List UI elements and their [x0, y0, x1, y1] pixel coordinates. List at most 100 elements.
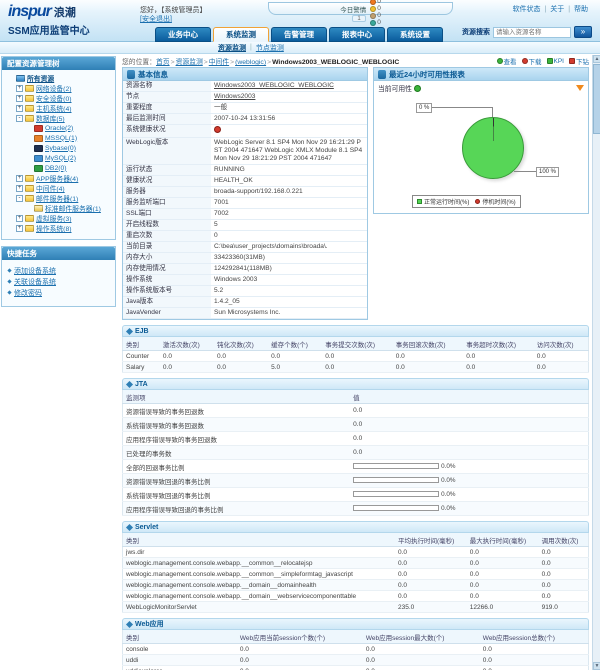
- table-row: 系统错误导致的事务回退数0.0: [123, 418, 589, 432]
- breadcrumb-row: 您的位置：首页>资源监测>中间件>(weblogic)>Windows2003_…: [122, 55, 589, 67]
- tree-node-label[interactable]: 标准邮件服务器(1): [45, 203, 101, 213]
- expand-toggle-icon[interactable]: +: [16, 215, 23, 222]
- expand-toggle-icon[interactable]: +: [16, 185, 23, 192]
- toolbar-button[interactable]: 下钻: [569, 56, 589, 66]
- info-value: [211, 125, 367, 138]
- tree-node[interactable]: + 中间件(4): [5, 183, 113, 193]
- table-cell: Salary: [123, 362, 160, 373]
- tree-node[interactable]: - 数据库(5): [5, 113, 113, 123]
- table-cell: 0.0: [467, 580, 539, 591]
- tree-node[interactable]: + 虚拟服务(3): [5, 213, 113, 223]
- tree-node-label[interactable]: 虚拟服务(3): [36, 213, 72, 223]
- tree-node-label[interactable]: MySQL(2): [45, 155, 76, 162]
- tree-node-label[interactable]: 所有资源: [27, 73, 54, 83]
- tree-node-label[interactable]: Sybase(0): [45, 145, 76, 152]
- tree-node-label[interactable]: Oracle(2): [45, 125, 73, 132]
- tree-node-label[interactable]: 主机系统(4): [36, 103, 72, 113]
- top-link[interactable]: 软件状态: [513, 6, 541, 13]
- table-cell: uddiexplorer: [123, 666, 237, 670]
- scrollbar-thumb[interactable]: [593, 64, 600, 134]
- info-value[interactable]: Windows2003_WEBLOGIC_WEBLOGIC: [211, 81, 367, 92]
- expand-toggle-icon[interactable]: +: [16, 225, 23, 232]
- breadcrumb-link[interactable]: 首页: [156, 59, 170, 66]
- quick-link[interactable]: 关联设备系统: [14, 277, 56, 287]
- tree-node-label[interactable]: 邮件服务器(1): [36, 193, 78, 203]
- tree-node-label[interactable]: APP服务器(4): [36, 173, 78, 183]
- nav-tab[interactable]: 系统设置: [387, 27, 443, 42]
- expand-toggle-icon[interactable]: +: [16, 175, 23, 182]
- search-input[interactable]: [493, 27, 571, 38]
- vertical-scrollbar[interactable]: ▲ ▼: [592, 55, 600, 670]
- info-row: 当前目录 C:\bea\user_projects\domains\broada…: [123, 242, 367, 253]
- tree-node[interactable]: Oracle(2): [5, 123, 113, 133]
- tree-node[interactable]: - 邮件服务器(1): [5, 193, 113, 203]
- expand-toggle-icon[interactable]: -: [16, 195, 23, 202]
- filter-icon[interactable]: [576, 85, 584, 91]
- table-cell: WebLogicMonitorServlet: [123, 602, 396, 613]
- tree-node-label[interactable]: 网络设备(2): [36, 83, 72, 93]
- header: inspur浪潮 SSM应用监管中心 您好，【系统管理员】 [安全退出] 今日警…: [0, 0, 600, 42]
- quick-link-item[interactable]: 修改密码: [8, 287, 111, 298]
- quick-link-item[interactable]: 添加设备系统: [8, 265, 111, 276]
- top-link[interactable]: 帮助: [574, 6, 588, 13]
- ratio-value: 0.0%: [441, 477, 455, 484]
- table-cell: 系统错误导致回退的事务比例: [123, 488, 351, 502]
- tree-node-label[interactable]: DB2(0): [45, 165, 67, 172]
- expand-toggle-icon[interactable]: +: [16, 85, 23, 92]
- sidebar: 配置资源管理树 所有资源 + 网络设备(2) +: [0, 55, 118, 670]
- tree-node[interactable]: 标准邮件服务器(1): [5, 203, 113, 213]
- alarm-item[interactable]: 0: [370, 5, 381, 12]
- pie-label-uptime: 100 %: [536, 167, 559, 177]
- quick-link[interactable]: 添加设备系统: [14, 266, 56, 276]
- expand-toggle-icon[interactable]: -: [16, 115, 23, 122]
- tree-node[interactable]: + APP服务器(4): [5, 173, 113, 183]
- search-button[interactable]: »: [574, 26, 592, 38]
- nav-tab[interactable]: 业务中心: [155, 27, 211, 42]
- tree-node[interactable]: DB2(0): [5, 163, 113, 173]
- scroll-up-arrow[interactable]: ▲: [593, 55, 600, 63]
- node-type-icon: [34, 125, 43, 132]
- breadcrumb-link[interactable]: 中间件: [209, 59, 229, 66]
- tree-node[interactable]: + 网络设备(2): [5, 83, 113, 93]
- logout-link[interactable]: [安全退出]: [140, 16, 172, 23]
- nav-tab[interactable]: 告警管理: [271, 27, 327, 42]
- toolbar-button[interactable]: 下载: [522, 56, 542, 66]
- toolbar-button[interactable]: 查看: [497, 56, 517, 66]
- alarm-item[interactable]: 0: [370, 19, 381, 26]
- alarm-pager[interactable]: 1: [352, 15, 366, 22]
- tree-node-label[interactable]: 操作系统(8): [36, 223, 72, 233]
- tree-node-label[interactable]: 数据库(5): [36, 113, 65, 123]
- tree-node-label[interactable]: 安全设备(0): [36, 93, 72, 103]
- tree-node[interactable]: MySQL(2): [5, 153, 113, 163]
- tree-node-label[interactable]: MSSQL(1): [45, 135, 77, 142]
- scroll-down-arrow[interactable]: ▼: [593, 662, 600, 670]
- info-value: 1.4.2_05: [211, 297, 367, 308]
- toolbar-icon: [569, 58, 575, 64]
- table-cell: 0.0: [160, 362, 214, 373]
- toolbar-label: 下载: [529, 56, 542, 66]
- tree-node-label[interactable]: 中间件(4): [36, 183, 65, 193]
- nav-tab[interactable]: 系统监测: [213, 27, 269, 42]
- tree-node[interactable]: + 安全设备(0): [5, 93, 113, 103]
- tree-node[interactable]: MSSQL(1): [5, 133, 113, 143]
- toolbar-button[interactable]: KPI: [547, 56, 564, 66]
- quick-link[interactable]: 修改密码: [14, 288, 42, 298]
- subnav-link[interactable]: 资源监测: [218, 43, 246, 53]
- top-link[interactable]: 关于: [550, 6, 564, 13]
- tree-node[interactable]: + 主机系统(4): [5, 103, 113, 113]
- alarm-level-icon: [370, 6, 376, 12]
- breadcrumb-link[interactable]: (weblogic): [235, 59, 266, 66]
- subnav-link[interactable]: 节点监测: [256, 43, 284, 53]
- nav-tab[interactable]: 报表中心: [329, 27, 385, 42]
- ratio-value: 0.0%: [441, 463, 455, 470]
- quick-link-item[interactable]: 关联设备系统: [8, 276, 111, 287]
- tree-node[interactable]: + 操作系统(8): [5, 223, 113, 233]
- tree-node[interactable]: Sybase(0): [5, 143, 113, 153]
- node-type-icon: [25, 95, 34, 102]
- alarm-item[interactable]: 0: [370, 12, 381, 19]
- expand-toggle-icon[interactable]: +: [16, 105, 23, 112]
- tree-node[interactable]: 所有资源: [5, 73, 113, 83]
- info-value[interactable]: Windows2003: [211, 92, 367, 103]
- expand-toggle-icon[interactable]: +: [16, 95, 23, 102]
- breadcrumb-link[interactable]: 资源监测: [176, 59, 203, 66]
